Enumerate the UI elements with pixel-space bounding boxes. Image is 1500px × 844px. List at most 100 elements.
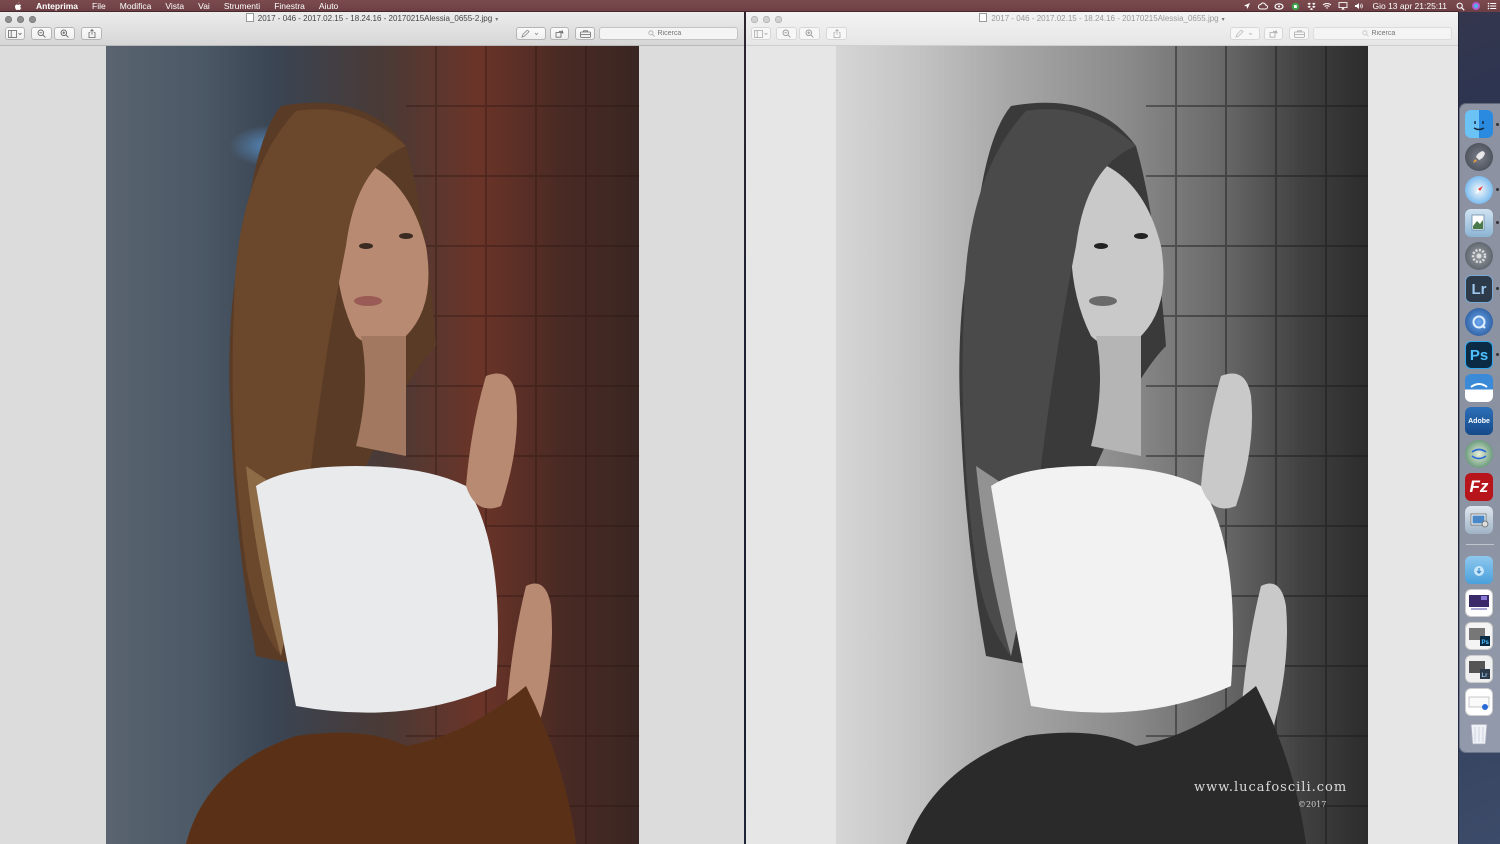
airplay-icon[interactable]	[1335, 0, 1351, 12]
folder-icon	[1474, 566, 1484, 576]
dock-photoshop[interactable]: Ps	[1465, 341, 1493, 369]
toolbox-button[interactable]	[575, 27, 595, 40]
share-button[interactable]	[826, 27, 847, 40]
dock-system-preferences[interactable]	[1465, 242, 1493, 270]
dock-recent-doc[interactable]	[1465, 589, 1493, 617]
window-title-text: 2017 - 046 - 2017.02.15 - 18.24.16 - 201…	[991, 14, 1219, 23]
image-canvas[interactable]	[0, 46, 744, 844]
dock-cloud-app[interactable]	[1465, 374, 1493, 402]
dock-lightroom[interactable]: Lr	[1465, 275, 1493, 303]
markup-button[interactable]	[516, 27, 546, 40]
dropbox-icon[interactable]	[1303, 0, 1319, 12]
window-titlebar[interactable]: 2017 - 046 - 2017.02.15 - 18.24.16 - 201…	[746, 12, 1458, 46]
dock-preview[interactable]	[1465, 209, 1493, 237]
share-icon	[88, 29, 95, 38]
wifi-icon[interactable]	[1319, 0, 1335, 12]
gear-icon	[1471, 248, 1487, 264]
spotlight-icon[interactable]	[1452, 0, 1468, 12]
rotate-button[interactable]	[550, 27, 569, 40]
rotate-icon	[1269, 30, 1278, 38]
map-icon	[1471, 448, 1487, 460]
photo-color-illustration	[186, 46, 639, 844]
mail-doc-icon	[1468, 696, 1490, 710]
sidebar-toggle-button[interactable]	[751, 27, 771, 40]
markup-button[interactable]	[1230, 27, 1260, 40]
dock-quicktime[interactable]	[1465, 308, 1493, 336]
document-icon	[245, 13, 254, 22]
search-input[interactable]	[1371, 30, 1404, 37]
menu-app-name[interactable]: Anteprima	[32, 0, 85, 12]
search-field[interactable]	[599, 27, 738, 40]
cloud-icon	[1470, 383, 1488, 388]
menu-go[interactable]: Vai	[191, 0, 217, 12]
chevron-down-icon[interactable]: ▾	[1222, 17, 1225, 23]
sidebar-icon	[8, 29, 22, 38]
zoom-out-button[interactable]	[776, 27, 797, 40]
menu-help[interactable]: Aiuto	[312, 0, 345, 12]
dock-finder[interactable]	[1465, 110, 1493, 138]
preview-icon	[1471, 214, 1485, 231]
watermark-site: www.lucafoscili.com	[1194, 780, 1348, 795]
evernote-icon[interactable]	[1287, 0, 1303, 12]
menu-tools[interactable]: Strumenti	[217, 0, 267, 12]
dock-image-capture[interactable]	[1465, 506, 1493, 534]
menu-edit[interactable]: Modifica	[113, 0, 159, 12]
apple-menu-icon[interactable]	[12, 0, 24, 12]
dock-downloads-folder[interactable]	[1465, 556, 1493, 584]
zoom-out-icon	[37, 29, 46, 38]
document-thumbnail-icon	[1469, 595, 1489, 610]
dock-recent-doc-mail[interactable]	[1465, 688, 1493, 716]
image-canvas[interactable]: www.lucafoscili.com ©2017	[746, 46, 1458, 844]
toolbox-button[interactable]	[1289, 27, 1309, 40]
zoom-out-button[interactable]	[31, 27, 52, 40]
siri-icon[interactable]	[1468, 0, 1484, 12]
search-icon	[647, 30, 655, 37]
dock-gps-app[interactable]	[1465, 440, 1493, 468]
menubar-clock[interactable]: Gio 13 apr 21:25:11	[1367, 0, 1452, 12]
rotate-button[interactable]	[1264, 27, 1283, 40]
dock-filezilla[interactable]: Fz	[1465, 473, 1493, 501]
document-icon	[979, 13, 988, 22]
share-button[interactable]	[81, 27, 102, 40]
compass-icon	[1475, 186, 1483, 194]
preview-window-right: 2017 - 046 - 2017.02.15 - 18.24.16 - 201…	[746, 12, 1458, 844]
menu-view[interactable]: Vista	[158, 0, 191, 12]
watermark-year: ©2017	[1298, 800, 1327, 809]
running-indicator	[1496, 287, 1499, 290]
dock-recent-doc-ps[interactable]: Ps	[1465, 622, 1493, 650]
status-area: Gio 13 apr 21:25:11	[1239, 0, 1500, 12]
menu-window[interactable]: Finestra	[267, 0, 312, 12]
search-field[interactable]	[1313, 27, 1452, 40]
search-input[interactable]	[657, 30, 690, 37]
dock-adobe-app[interactable]: Adobe	[1465, 407, 1493, 435]
toolbar	[0, 27, 744, 43]
rocket-icon	[1473, 151, 1485, 163]
finder-icon	[1473, 121, 1485, 131]
sidebar-toggle-button[interactable]	[5, 27, 25, 40]
location-icon[interactable]	[1239, 0, 1255, 12]
notification-center-icon[interactable]	[1484, 0, 1500, 12]
volume-icon[interactable]	[1351, 0, 1367, 12]
trash-icon	[1470, 723, 1488, 745]
window-titlebar[interactable]: 2017 - 046 - 2017.02.15 - 18.24.16 - 201…	[0, 12, 744, 46]
cloud-sync-icon[interactable]	[1255, 0, 1271, 12]
dock-trash[interactable]	[1465, 719, 1493, 747]
ps-badge-text: Ps	[1482, 640, 1490, 646]
chevron-down-icon[interactable]: ▾	[495, 17, 498, 23]
pen-icon	[521, 29, 539, 38]
zoom-in-button[interactable]	[799, 27, 820, 40]
dock-launchpad[interactable]	[1465, 143, 1493, 171]
photoshop-doc-icon: Ps	[1469, 628, 1490, 646]
quicktime-icon	[1472, 315, 1486, 329]
zoom-in-button[interactable]	[54, 27, 75, 40]
dock-safari[interactable]	[1465, 176, 1493, 204]
toolbox-icon	[1293, 29, 1305, 38]
window-title[interactable]: 2017 - 046 - 2017.02.15 - 18.24.16 - 201…	[746, 13, 1458, 26]
window-title[interactable]: 2017 - 046 - 2017.02.15 - 18.24.16 - 201…	[0, 13, 744, 26]
pen-icon	[1235, 29, 1253, 38]
creative-cloud-icon[interactable]	[1271, 0, 1287, 12]
zoom-in-icon	[60, 29, 69, 38]
dock-recent-doc-lr[interactable]: Lr	[1465, 655, 1493, 683]
running-indicator	[1496, 123, 1499, 126]
menu-file[interactable]: File	[85, 0, 113, 12]
